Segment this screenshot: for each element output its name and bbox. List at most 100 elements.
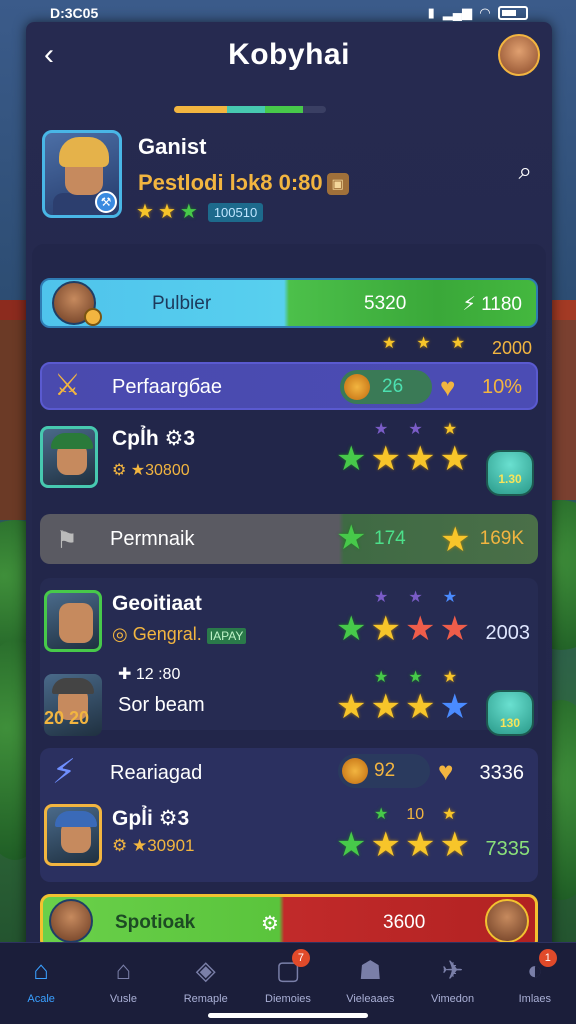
row-label: Reariagad	[110, 762, 203, 784]
profile-stars: ★ ★ ★ 100510	[136, 202, 264, 222]
status-time: D:3C05	[50, 5, 99, 21]
search-icon[interactable]: ⌕	[519, 158, 532, 186]
home-indicator[interactable]	[208, 1013, 368, 1018]
player-name: Geoitiaat	[112, 592, 202, 615]
player-sub: ⚙ ★30800	[112, 462, 190, 479]
megaphone-icon: ✈	[441, 955, 464, 985]
portrait-hat	[51, 433, 93, 449]
star-icon: ★	[336, 610, 367, 648]
player-sub-text: ◎ Gengral.	[112, 624, 202, 644]
flag-icon: ⚑	[56, 527, 78, 554]
battery-icon	[498, 6, 528, 20]
bottom-tab-bar: ⌂ Acale ⌂ Vusle ◈ Remaple ▢ Diemoies 7 ☗…	[0, 942, 576, 1024]
player-sub: ⚙ ★30901	[112, 836, 195, 855]
notification-badge: 1	[538, 949, 557, 967]
star-icon: ★	[374, 806, 389, 823]
people-icon: ☗	[358, 955, 382, 985]
row-stars-summary: ★ ★ ★ 2000	[40, 336, 538, 360]
row-value: 2000	[491, 338, 532, 358]
star-icon: ★	[450, 335, 466, 352]
row-value: 3336	[479, 762, 525, 784]
player-avatar	[49, 899, 93, 943]
star-icon: ★	[336, 440, 367, 478]
tool-badge-icon: ⚒	[95, 191, 117, 213]
pill-value: 26	[382, 376, 404, 397]
portrait-face	[59, 603, 93, 643]
row-value-2: 169K	[479, 528, 524, 549]
coin-icon	[84, 308, 102, 326]
tab-label: Remaple	[183, 993, 228, 1005]
row-player-cplh[interactable]: Cpl̉h ⚙3 ⚙ ★30800 ★ ★ ★ ★ ★ ★ ★ 1.30	[40, 422, 538, 496]
row-pulbier[interactable]: Pulbier 5320 ⚡ 1180	[40, 278, 538, 328]
main-panel: ‹ Kobyhai ⚒ Ganist Pestlodi lɔk8 0:80 ▣ ★…	[26, 22, 552, 972]
tab-label: Diemoies	[265, 993, 311, 1005]
sword-icon: ⚡	[52, 753, 76, 791]
player-group-2: ⚡ Reariagad 92 ♥ 3336 Gpl̉i ⚙3 ⚙ ★30901 …	[40, 748, 538, 882]
progress-strip	[174, 106, 326, 113]
row-permnaik[interactable]: ⚑ Permnaik ★ 174 ★ 169K	[40, 514, 538, 564]
player-group: Geoitiaat ◎ Gengral. IAPAY ★ ★ ★ ★ ★ ★ ★…	[40, 578, 538, 736]
heart-icon: ♥	[438, 756, 454, 786]
user-avatar[interactable]	[498, 34, 540, 76]
row-label: Pulbier	[152, 293, 212, 314]
player-name: Sor beam	[118, 694, 205, 716]
signal-icon: ▂▄▆	[442, 5, 472, 20]
player-sub: ◎ Gengral. IAPAY	[112, 624, 247, 645]
opponent-avatar	[485, 899, 529, 943]
player-name: Gpl̉i ⚙3	[112, 807, 190, 830]
player-portrait	[44, 590, 102, 652]
star-icon: ★	[408, 589, 423, 606]
pill-value: 92	[374, 760, 396, 781]
star-icon: ★	[336, 688, 367, 726]
progress-segment	[174, 106, 228, 113]
gem-value: 130	[499, 716, 521, 730]
profile-name: Ganist	[138, 134, 207, 159]
star-icon: ★	[439, 440, 470, 478]
coin-icon	[342, 758, 368, 784]
row-value: 10%	[481, 376, 522, 398]
hero-portrait[interactable]: ⚒	[42, 130, 122, 218]
star-icon: ★	[404, 688, 436, 726]
tab-label: Imlaes	[518, 993, 552, 1005]
progress-segment	[227, 106, 266, 113]
back-button[interactable]: ‹	[44, 40, 54, 70]
gear-icon: ⚙	[261, 913, 279, 935]
row-value: 7335	[485, 838, 531, 860]
stars-rating: ★ ★ ★ ★	[336, 612, 470, 646]
row-perfaargbae[interactable]: ⚔ Perfaargбае 26 ♥ 10%	[40, 362, 538, 410]
tab-imlaes[interactable]: ◐ Imlaes 1	[499, 949, 571, 1005]
player-name: Cpl̉h ⚙3	[112, 427, 195, 450]
profile-subtitle-text: Pestlodi lɔk8 0:80	[138, 170, 323, 195]
profile-score: 100510	[207, 202, 264, 222]
tab-vimedon[interactable]: ✈ Vimedon	[417, 955, 489, 1005]
globe-icon: ◐	[526, 955, 543, 985]
star-icon: ★	[370, 826, 401, 864]
tab-acale[interactable]: ⌂ Acale	[5, 955, 77, 1005]
star-icon: ★	[374, 421, 389, 438]
stars-top: ★ 10 ★	[374, 806, 456, 824]
profile-card: ⚒ Ganist Pestlodi lɔk8 0:80 ▣ ★ ★ ★ 10051…	[40, 126, 538, 236]
star-icon: ★	[382, 335, 397, 352]
heart-icon: ♥	[440, 372, 456, 402]
star-icon: ★	[442, 669, 458, 686]
stars-group: ★ ★ ★	[382, 336, 465, 352]
star-icon: ★	[439, 610, 470, 648]
profile-subtitle: Pestlodi lɔk8 0:80 ▣	[138, 170, 349, 196]
row-label: Perfaargбае	[112, 376, 222, 398]
player-portrait	[44, 804, 102, 866]
tab-vusle[interactable]: ⌂ Vusle	[87, 955, 159, 1005]
tab-remaple[interactable]: ◈ Remaple	[170, 955, 242, 1005]
tab-diemoies[interactable]: ▢ Diemoies 7	[252, 949, 324, 1005]
star-icon: ★	[374, 589, 389, 606]
page-title: Kobyhai	[228, 38, 350, 71]
tab-vieleaaes[interactable]: ☗ Vieleaaes	[334, 955, 406, 1005]
card-icon: ▢	[275, 955, 301, 985]
star-icon: ★	[404, 826, 436, 864]
stars-rating: ★ ★ ★ ★	[336, 690, 470, 724]
star-icon: ★	[336, 826, 367, 864]
star-icon: ★	[442, 806, 457, 823]
player-tag: IAPAY	[206, 628, 247, 644]
home-icon: ⌂	[33, 955, 49, 985]
stars-top: ★ ★ ★	[374, 670, 457, 686]
row-label: Permnaik	[110, 528, 195, 550]
